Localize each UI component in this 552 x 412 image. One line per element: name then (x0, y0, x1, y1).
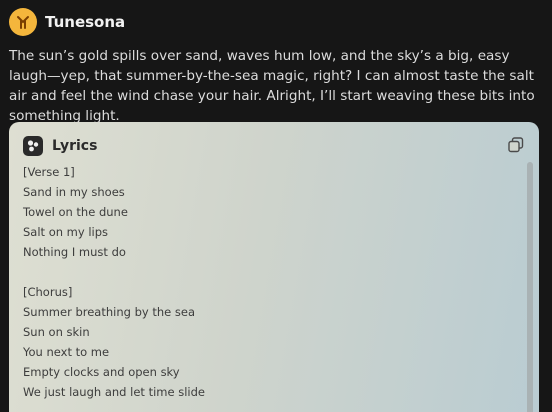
copy-icon[interactable] (507, 136, 525, 154)
lyric-line: [Chorus] (23, 285, 73, 299)
lyric-line: We just laugh and let time slide (23, 385, 205, 399)
lyric-line: You next to me (23, 345, 110, 359)
lyric-line: Summer breathing by the sea (23, 305, 195, 319)
lyrics-card-header: Lyrics (23, 136, 97, 156)
lyrics-title: Lyrics (52, 138, 98, 154)
lyrics-list: [Verse 1] Sand in my shoes Towel on the du… (23, 162, 205, 402)
app-header: Tunesona (9, 8, 125, 36)
lyric-line: Salt on my lips (23, 225, 109, 239)
app-name: Tunesona (45, 13, 126, 31)
lyric-blank-line (23, 262, 205, 282)
lyric-line: Sun on skin (23, 325, 90, 339)
lyric-line: Nothing I must do (23, 245, 126, 259)
lyric-line: Empty clocks and open sky (23, 365, 180, 379)
lyrics-card: Lyrics [Verse 1] Sand in my shoes Towel on… (9, 122, 539, 412)
lyric-line: Sand in my shoes (23, 185, 125, 199)
lyric-line: [Verse 1] (23, 165, 75, 179)
assistant-message: The sun’s gold spills over sand, waves h… (9, 48, 535, 124)
lyric-line: Towel on the dune (23, 205, 128, 219)
tunesona-logo-icon (9, 8, 37, 36)
scrollbar[interactable] (527, 162, 533, 412)
lyrics-icon (23, 136, 43, 156)
